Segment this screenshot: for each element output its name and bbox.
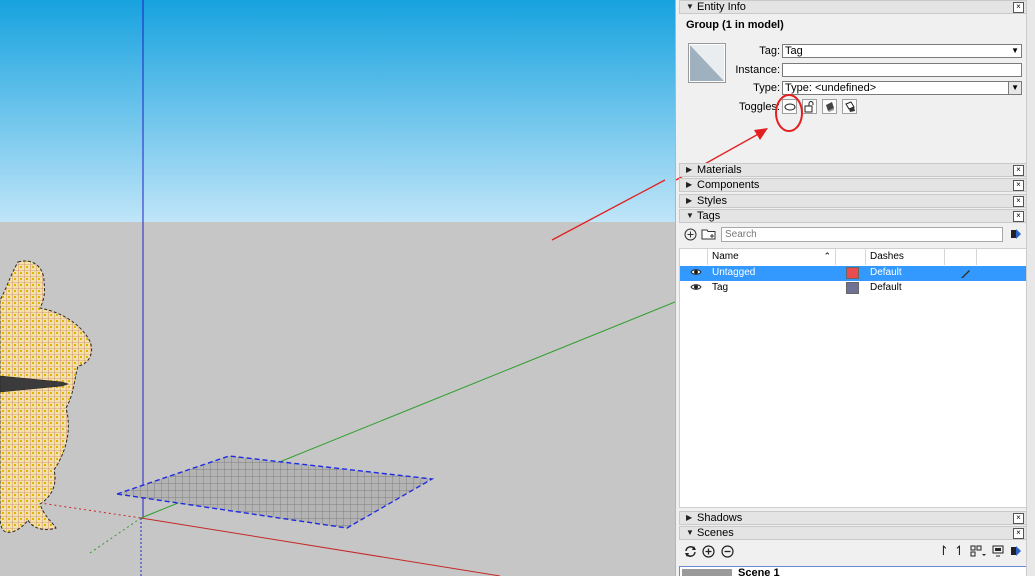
add-tag-icon[interactable] [684,228,697,241]
shadows-title: Shadows [697,512,743,524]
styles-tray-header[interactable]: ▶ Styles × [679,194,1027,208]
scene-label: Scene 1 [738,567,780,576]
close-icon[interactable]: × [1013,2,1024,13]
eye-icon[interactable] [690,281,702,298]
move-scene-down-icon[interactable]: ↾ [938,544,949,558]
tag-dashes[interactable]: Default [870,281,902,295]
tags-list: Name ⌃ Dashes Untagged Default Tag Defau [679,248,1028,508]
update-scene-icon[interactable] [684,545,697,558]
dropdown-button[interactable]: ▼ [1008,82,1021,94]
scene-thumbnail [682,569,732,576]
receive-shadows-icon[interactable] [822,99,837,114]
expand-arrow-icon: ▶ [686,196,693,205]
add-folder-icon[interactable] [701,227,717,241]
expand-arrow-icon: ▶ [686,180,693,189]
collapse-arrow-icon: ▼ [686,2,694,11]
entity-info-heading: Group (1 in model) [686,19,784,31]
tag-dropdown[interactable]: Tag ▼ [782,44,1022,58]
styles-title: Styles [697,195,727,207]
close-icon[interactable]: × [1013,211,1024,222]
close-icon[interactable]: × [1013,180,1024,191]
tray-scrollbar[interactable] [1026,0,1035,576]
dropdown-arrow-icon: ▼ [1011,83,1019,92]
sky [0,0,675,222]
tag-name: Untagged [712,267,756,278]
type-label: Type: [753,82,780,94]
tags-title: Tags [697,210,721,222]
dashes-column-label: Dashes [870,251,904,262]
visibility-column-header[interactable] [680,249,708,265]
toggles-label: Toggles: [739,101,780,113]
scenes-title: Scenes [697,527,734,539]
shadows-tray-header[interactable]: ▶ Shadows × [679,511,1027,525]
close-icon[interactable]: × [1013,528,1024,539]
scene-canvas[interactable] [0,0,675,576]
entity-info-title: Entity Info [697,1,746,13]
scenes-tray-header[interactable]: ▼ Scenes × [679,526,1027,540]
name-column-label: Name [712,251,739,262]
move-scene-up-icon[interactable]: ↿ [954,544,965,558]
tag-color-swatch[interactable] [846,282,859,294]
remove-scene-icon[interactable] [721,545,734,558]
view-options-icon[interactable] [970,545,986,558]
collapse-arrow-icon: ▼ [686,528,694,537]
dropdown-arrow-icon: ▼ [1011,46,1019,55]
model-viewport[interactable] [0,0,675,576]
materials-tray-header[interactable]: ▶ Materials × [679,163,1027,177]
collapse-arrow-icon: ▼ [686,211,694,220]
tag-dropdown-value: Tag [785,45,803,57]
instance-input[interactable] [782,63,1022,77]
close-icon[interactable]: × [1013,165,1024,176]
type-dropdown[interactable]: Type: <undefined> ▼ [782,81,1022,95]
tags-search-input[interactable]: Search [721,227,1003,242]
default-tray: ▼ Entity Info × Group (1 in model) Tag: … [675,0,1035,576]
dashes-column-header[interactable]: Dashes [866,249,945,265]
name-column-header[interactable]: Name ⌃ [708,249,836,265]
tag-color-swatch[interactable] [846,267,859,279]
tag-label: Tag: [759,45,780,57]
tag-row[interactable]: Untagged Default [680,266,1027,281]
expand-arrow-icon: ▶ [686,165,693,174]
close-icon[interactable]: × [1013,513,1024,524]
tags-tray-header[interactable]: ▼ Tags × [679,209,1027,223]
scene-item[interactable]: Scene 1 [679,566,1028,576]
sort-up-icon: ⌃ [823,251,831,261]
entity-info-tray-header[interactable]: ▼ Entity Info × [679,0,1027,14]
add-scene-icon[interactable] [702,545,715,558]
tag-row[interactable]: Tag Default [680,281,1027,296]
components-title: Components [697,179,760,191]
expand-arrow-icon: ▶ [686,513,693,522]
annotation-circle [775,94,803,132]
close-icon[interactable]: × [1013,196,1024,207]
components-tray-header[interactable]: ▶ Components × [679,178,1027,192]
instance-label: Instance: [735,64,780,76]
materials-title: Materials [697,164,742,176]
details-arrow-icon[interactable] [1010,228,1022,240]
tag-dashes[interactable]: Default [870,266,902,280]
scenes-details-arrow-icon[interactable] [1010,545,1022,557]
tag-name: Tag [712,282,729,293]
cast-shadows-icon[interactable] [842,99,857,114]
show-details-icon[interactable] [992,545,1004,558]
color-column-header[interactable] [836,249,866,265]
edit-column-header[interactable] [945,249,977,265]
